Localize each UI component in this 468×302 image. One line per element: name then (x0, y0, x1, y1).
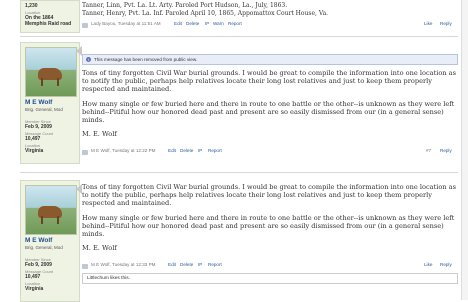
reply-link[interactable]: Reply (440, 148, 452, 153)
post-paragraph-2: How many single or few buried here and t… (82, 213, 455, 239)
likes-summary: Littlechum likes this. (82, 273, 458, 284)
post-line-2: Tanner, Henry, Pvt. La. Inf. Paroled Apr… (82, 9, 329, 17)
ip-link[interactable]: IP (198, 148, 202, 153)
member-since-value: Feb 9, 2009 (25, 262, 52, 268)
report-link[interactable]: Report (228, 21, 242, 26)
username-link[interactable]: M E Wolf (25, 99, 52, 106)
user-avatar[interactable] (25, 47, 77, 97)
post-paragraph-2: How many single or few buried here and t… (82, 99, 455, 125)
post-body: Tanner, Linn, Pvt. La. Lt. Arty. Paroled… (82, 2, 458, 17)
post-2: M E Wolf Brig. General, Mod Member Since… (20, 180, 458, 302)
reply-link[interactable]: Reply (440, 21, 452, 26)
edit-link[interactable]: Edit (168, 148, 176, 153)
permalink-number[interactable]: #7 (426, 148, 431, 153)
removed-notice: i This message has been removed from pub… (82, 54, 458, 65)
post-author-time: M E Wolf, Tuesday at 12:22 PM (91, 148, 156, 153)
delete-link[interactable]: Delete (180, 262, 193, 267)
post-meta: M E Wolf, Tuesday at 12:22 PM Edit Delet… (82, 146, 458, 155)
user-avatar[interactable] (25, 185, 77, 235)
user-rank: Brig. General, Mod (25, 107, 63, 112)
removed-notice-text: This message has been removed from publi… (94, 57, 198, 62)
post-meta: M E Wolf, Tuesday at 12:33 PM Edit Delet… (82, 260, 458, 269)
post-1: M E Wolf Brig. General, Mod Member Since… (20, 42, 458, 164)
delete-link[interactable]: Delete (186, 21, 199, 26)
post-line-1: Tanner, Linn, Pvt. La. Lt. Arty. Paroled… (82, 2, 288, 9)
post-body: Tons of tiny forgotten Civil War burial … (82, 183, 458, 252)
post-paragraph-1: Tons of tiny forgotten Civil War burial … (82, 69, 456, 94)
message-count-value: 10,497 (25, 136, 41, 142)
member-since-value: Feb 9, 2009 (25, 124, 52, 130)
message-count-value: 10,497 (25, 274, 41, 280)
user-sidebar: M E Wolf Brig. General, Mod Member Since… (20, 180, 80, 302)
warn-link[interactable]: Warn (213, 21, 224, 26)
like-link[interactable]: Like (424, 21, 432, 26)
edit-link[interactable]: Edit (174, 21, 182, 26)
post-author-time: Lady Bayou, Tuesday at 11:51 AM (91, 21, 161, 26)
post-divider (20, 36, 458, 37)
user-sidebar: M E Wolf Brig. General, Mod Member Since… (20, 42, 80, 164)
post-author-time: M E Wolf, Tuesday at 12:33 PM (91, 262, 156, 267)
like-link[interactable]: Like (424, 262, 432, 267)
post-signature: M. E. Wolf (82, 130, 117, 139)
location-value: On the 1864 Memphis Raid road (25, 15, 72, 27)
user-sidebar: 1,230 Location On the 1864 Memphis Raid … (20, 0, 80, 33)
stat-count: 1,230 (25, 3, 38, 9)
report-link[interactable]: Report (208, 148, 222, 153)
post-paragraph-1: Tons of tiny forgotten Civil War burial … (82, 183, 456, 208)
delete-link[interactable]: Delete (180, 148, 193, 153)
ip-link[interactable]: IP (198, 262, 202, 267)
report-link[interactable]: Report (208, 262, 222, 267)
post-signature: M. E. Wolf (82, 244, 117, 253)
edit-link[interactable]: Edit (168, 262, 176, 267)
post-body: Tons of tiny forgotten Civil War burial … (82, 69, 458, 138)
post-divider (20, 172, 458, 173)
post-top: 1,230 Location On the 1864 Memphis Raid … (20, 0, 458, 33)
likes-text[interactable]: Littlechum likes this. (87, 276, 130, 281)
user-rank: Brig. General, Mod (25, 245, 63, 250)
username-link[interactable]: M E Wolf (25, 237, 52, 244)
info-icon: i (86, 57, 91, 62)
location-value: Virginia (25, 286, 44, 292)
page-scrollbar[interactable] (461, 0, 468, 300)
post-meta: Lady Bayou, Tuesday at 11:51 AM Edit Del… (82, 19, 458, 28)
reply-link[interactable]: Reply (440, 262, 452, 267)
ip-link[interactable]: IP (205, 21, 209, 26)
location-value: Virginia (25, 148, 44, 154)
